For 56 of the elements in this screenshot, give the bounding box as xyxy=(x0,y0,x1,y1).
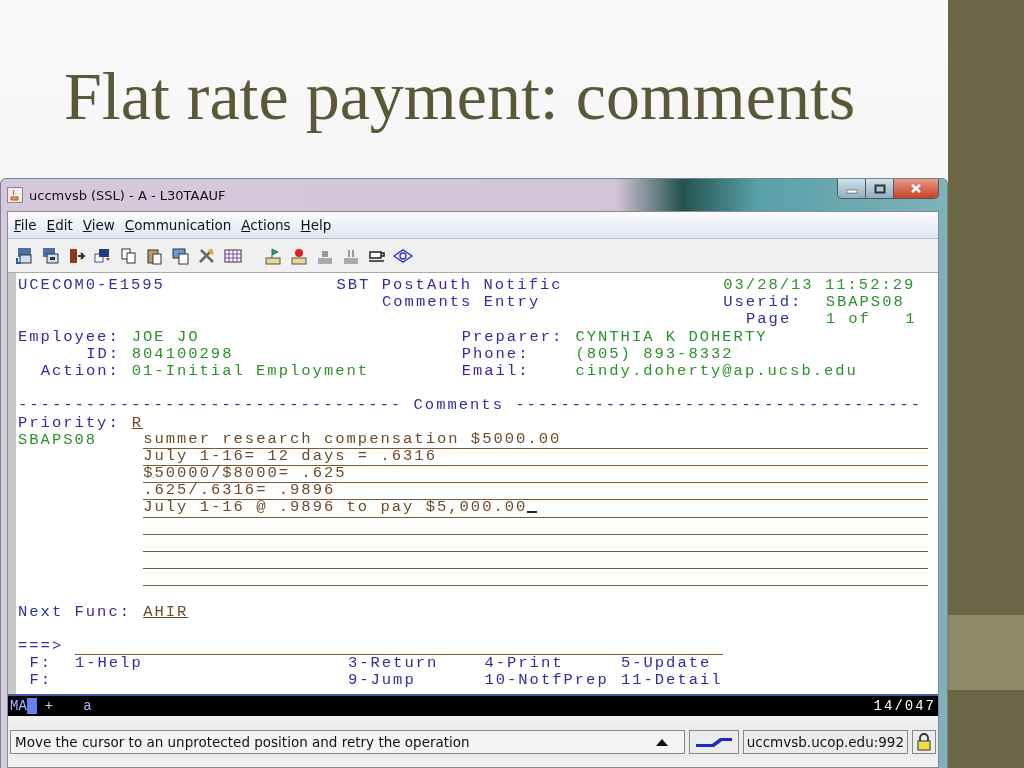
field-label: Priority: xyxy=(18,414,121,432)
function-key[interactable]: 9-Jump xyxy=(347,672,417,690)
field-label: Next Func: xyxy=(18,603,132,621)
function-key[interactable]: 4-Print xyxy=(484,655,564,673)
next-function-field[interactable]: AHIR xyxy=(143,603,189,621)
field-label: Employee: xyxy=(18,328,121,346)
menu-item[interactable]: File xyxy=(14,217,37,233)
host-address: uccmvsb.ucop.edu:992 xyxy=(742,730,908,754)
menu-item[interactable]: View xyxy=(82,217,115,233)
menu-item[interactable]: Actions xyxy=(241,217,291,233)
function-key[interactable]: 10-NotfPrep xyxy=(484,672,610,690)
field-value: SBAPS08 xyxy=(825,294,906,312)
field-value: (805) 893-8332 xyxy=(575,345,735,363)
field-label: F: xyxy=(29,655,53,673)
mode-indicator: MA xyxy=(10,698,27,714)
comment-author: SBAPS08 xyxy=(18,431,98,449)
page-count: 1 of xyxy=(825,311,872,329)
slide-title: Flat rate payment: comments xyxy=(63,57,857,136)
field-value: CYNTHIA K DOHERTY xyxy=(575,328,769,346)
function-key[interactable]: 5-Update xyxy=(620,655,712,673)
timestamp: 03/28/13 11:52:29 xyxy=(723,277,917,295)
menu-item[interactable]: Edit xyxy=(46,217,73,233)
command-prompt: ===> xyxy=(18,637,64,656)
screen-id: UCECOM0-E1595 xyxy=(18,277,166,295)
field-value: 01-Initial Employment xyxy=(131,362,371,381)
field-label: Action: xyxy=(40,362,121,381)
page-total: 1 xyxy=(905,311,917,329)
field-label: Email: xyxy=(461,362,530,381)
session-letter: a xyxy=(83,698,92,714)
priority-field[interactable]: R xyxy=(131,414,144,432)
field-label: Userid: xyxy=(723,294,803,312)
comments-heading: ---------------------------------- Comments ------------------------------------ xyxy=(18,397,924,415)
function-key[interactable]: 3-Return xyxy=(347,655,439,673)
comment-line-field[interactable]: July 1-16= 12 days = .6316 xyxy=(143,448,928,467)
cursor-position: 14/047 xyxy=(873,698,936,714)
field-value: 804100298 xyxy=(131,345,235,363)
field-label: ID: xyxy=(86,345,121,363)
function-key[interactable]: 11-Detail xyxy=(620,672,724,690)
screen-title: SBT PostAuth Notific xyxy=(336,277,564,295)
field-label: Page xyxy=(746,311,792,329)
field-label: Phone: xyxy=(461,345,530,363)
comment-line-field[interactable]: $50000/$8000= .625 xyxy=(143,466,928,484)
menu-item[interactable]: Communication xyxy=(124,217,232,233)
comment-line-field[interactable]: July 1-16 @ .9896 to pay $5,000.00 xyxy=(143,500,928,518)
field-value: JOE JO xyxy=(131,328,200,346)
screen-subtitle: Comments Entry xyxy=(382,294,542,312)
field-value: cindy.doherty@ap.ucsb.edu xyxy=(575,362,859,381)
function-key[interactable]: 1-Help xyxy=(74,655,144,673)
status-message: Move the cursor to an unprotected position and retry the operation xyxy=(15,734,470,750)
field-label: Preparer: xyxy=(461,328,564,346)
comment-line-field[interactable]: .625/.6316= .9896 xyxy=(143,483,928,501)
menu-item[interactable]: Help xyxy=(300,217,332,233)
comment-line-field[interactable]: summer research compensation $5000.00 xyxy=(143,431,928,449)
window-title: uccmvsb (SSL) - A - L30TAAUF xyxy=(29,187,226,203)
field-label: F: xyxy=(29,672,53,690)
status-indicator: + xyxy=(44,698,54,714)
